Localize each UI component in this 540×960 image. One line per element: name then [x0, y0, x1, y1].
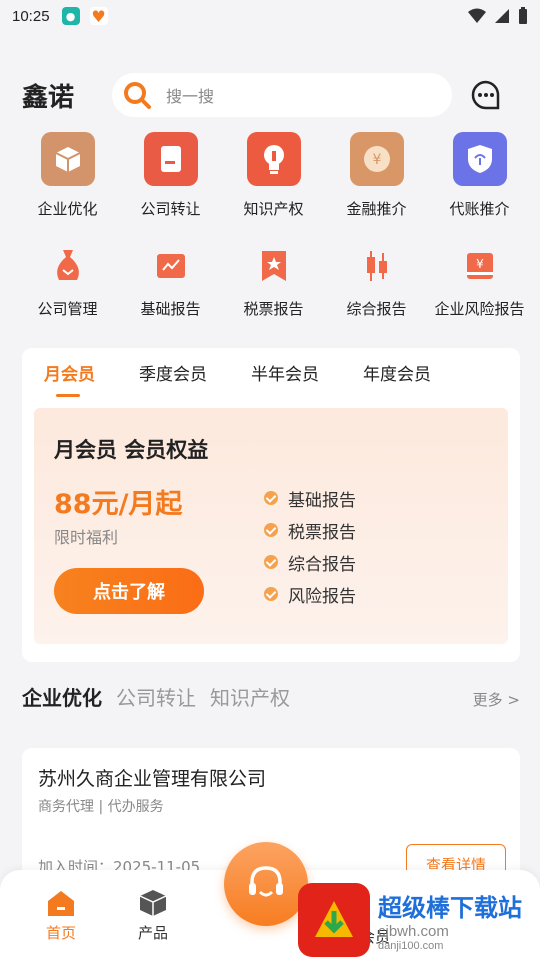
service-label: 公司转让 — [140, 200, 201, 218]
check-icon — [264, 587, 278, 601]
service-basic-report[interactable]: 基础报告 — [119, 246, 222, 319]
status-time: 10:25 — [12, 7, 50, 25]
watermark-title: 超级棒下载站 — [378, 894, 522, 922]
nav-home-label: 首页 — [46, 924, 77, 942]
price: 88元/月起 — [54, 489, 183, 520]
membership-card: 月会员 季度会员 半年会员 年度会员 月会员 会员权益 88元/月起 限时福利 … — [22, 348, 520, 662]
watermark-url: cjbwh.com — [378, 923, 449, 940]
services-grid-row2: 公司管理 基础报告 税票报告 综合报告 ¥ 企业风险报告 — [0, 246, 540, 319]
nav-home[interactable]: 首页 — [46, 888, 76, 943]
service-label: 综合报告 — [346, 300, 407, 318]
candlestick-icon — [357, 246, 397, 286]
signal-icon — [495, 9, 509, 23]
check-icon — [264, 555, 278, 569]
shield-icon — [452, 132, 507, 186]
lightbulb-icon — [246, 132, 301, 186]
promo-text: 限时福利 — [54, 528, 119, 547]
tab-ip[interactable]: 知识产权 — [210, 682, 290, 711]
nav-product-label: 产品 — [138, 924, 169, 942]
service-label: 知识产权 — [243, 200, 304, 218]
tab-enterprise-optimization[interactable]: 企业优化 — [22, 682, 102, 711]
brand-title: 鑫诺 — [22, 82, 75, 113]
watermark-text: 超级棒下载站 cjbwh.com danji100.com — [378, 888, 522, 952]
service-ip[interactable]: 知识产权 — [222, 132, 325, 219]
services-grid-row1: 企业优化 公司转让 知识产权 ¥ 金融推介 代账推介 — [0, 132, 540, 219]
service-enterprise-optimization[interactable]: 企业优化 — [16, 132, 119, 219]
tab-half-year[interactable]: 半年会员 — [251, 360, 319, 385]
service-label: 代账推介 — [449, 200, 510, 218]
service-label: 金融推介 — [346, 200, 407, 218]
feature-item: 风险报告 — [264, 578, 356, 610]
headset-icon — [249, 866, 283, 897]
box-icon — [40, 132, 95, 186]
chart-icon — [151, 246, 191, 286]
service-comprehensive-report[interactable]: 综合报告 — [325, 246, 428, 319]
message-icon[interactable] — [470, 79, 502, 111]
category-tabs: 企业优化 公司转让 知识产权 更多 > — [22, 682, 520, 711]
service-label: 基础报告 — [140, 300, 201, 318]
wifi-icon — [468, 8, 486, 23]
svg-text:¥: ¥ — [476, 257, 484, 271]
search-placeholder: 搜一搜 — [166, 87, 215, 106]
svg-text:¥: ¥ — [372, 152, 381, 168]
tab-company-transfer[interactable]: 公司转让 — [116, 682, 196, 711]
service-tax-report[interactable]: 税票报告 — [222, 246, 325, 319]
service-label: 公司管理 — [37, 300, 98, 318]
battery-icon — [519, 7, 527, 24]
app-notification-icon: ● — [61, 7, 80, 25]
feature-item: 税票报告 — [264, 514, 356, 546]
tab-yearly[interactable]: 年度会员 — [363, 360, 431, 385]
service-label: 企业风险报告 — [434, 300, 525, 318]
feature-item: 综合报告 — [264, 546, 356, 578]
status-indicators — [468, 7, 528, 25]
service-accounting[interactable]: 代账推介 — [428, 132, 531, 219]
watermark-url-2: danji100.com — [378, 940, 444, 952]
service-finance[interactable]: ¥ 金融推介 — [325, 132, 428, 219]
company-tags: 商务代理 | 代办服务 — [38, 799, 164, 815]
service-label: 企业优化 — [37, 200, 98, 218]
learn-more-button[interactable]: 点击了解 — [54, 568, 204, 614]
feature-item: 基础报告 — [264, 482, 356, 514]
customer-service-button[interactable] — [224, 842, 308, 926]
tab-monthly[interactable]: 月会员 — [44, 360, 95, 397]
nav-product[interactable]: 产品 — [138, 888, 168, 943]
coin-icon: ¥ — [349, 132, 404, 186]
feature-list: 基础报告 税票报告 综合报告 风险报告 — [264, 482, 356, 610]
watermark: 超级棒下载站 cjbwh.com danji100.com — [298, 880, 540, 960]
document-icon — [143, 132, 198, 186]
benefit-panel: 月会员 会员权益 88元/月起 限时福利 点击了解 基础报告 税票报告 综合报告… — [34, 408, 508, 644]
search-bar[interactable]: 搜一搜 — [112, 73, 452, 117]
check-icon — [264, 523, 278, 537]
cube-icon — [139, 890, 167, 916]
service-risk-report[interactable]: ¥ 企业风险报告 — [428, 246, 531, 319]
service-company-management[interactable]: 公司管理 — [16, 246, 119, 319]
company-name: 苏州久商企业管理有限公司 — [38, 768, 267, 790]
money-bag-icon — [48, 246, 88, 286]
home-icon — [48, 891, 74, 916]
tab-quarterly[interactable]: 季度会员 — [139, 360, 207, 385]
more-link[interactable]: 更多 > — [473, 689, 520, 710]
service-label: 税票报告 — [243, 300, 304, 318]
check-icon — [264, 491, 278, 505]
benefit-title: 月会员 会员权益 — [54, 438, 209, 462]
service-company-transfer[interactable]: 公司转让 — [119, 132, 222, 219]
heart-notification-icon: ♥ — [89, 6, 108, 26]
yen-wallet-icon: ¥ — [460, 246, 500, 286]
status-bar: 10:25 ● ♥ — [0, 0, 540, 32]
header: 鑫诺 搜一搜 — [0, 70, 540, 120]
membership-tabs: 月会员 季度会员 半年会员 年度会员 — [22, 348, 520, 397]
search-icon — [124, 82, 151, 109]
download-logo-icon — [298, 883, 370, 957]
star-bookmark-icon — [254, 246, 294, 286]
